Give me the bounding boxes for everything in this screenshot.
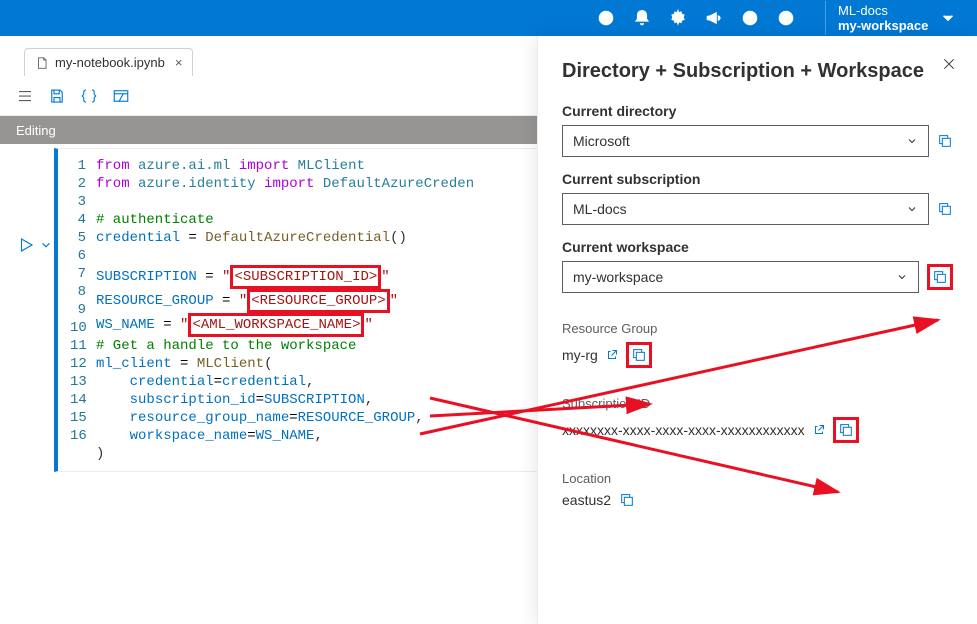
account-workspace: my-workspace bbox=[838, 18, 929, 33]
location-label: Location bbox=[562, 471, 953, 486]
chevron-down-icon bbox=[939, 9, 957, 27]
clock-icon[interactable] bbox=[597, 9, 615, 27]
copy-directory-icon[interactable] bbox=[937, 133, 953, 149]
copy-subscription-icon[interactable] bbox=[937, 201, 953, 217]
save-icon[interactable] bbox=[48, 87, 66, 105]
megaphone-icon[interactable] bbox=[705, 9, 723, 27]
subscription-id-label: Subscription ID bbox=[562, 396, 953, 411]
close-panel-icon[interactable] bbox=[941, 56, 957, 72]
gear-icon[interactable] bbox=[669, 9, 687, 27]
bell-icon[interactable] bbox=[633, 9, 651, 27]
tab-label: my-notebook.ipynb bbox=[55, 55, 165, 70]
help-icon[interactable] bbox=[741, 9, 759, 27]
directory-label: Current directory bbox=[562, 103, 953, 119]
panel-title: Directory + Subscription + Workspace bbox=[562, 60, 953, 83]
subscription-select[interactable]: ML-docs bbox=[562, 193, 929, 225]
resource-group-value: my-rg bbox=[562, 347, 598, 363]
chevron-down-icon bbox=[906, 135, 918, 147]
run-cell-icon[interactable] bbox=[17, 236, 35, 254]
tab-notebook[interactable]: my-notebook.ipynb × bbox=[24, 48, 193, 76]
workspace-label: Current workspace bbox=[562, 239, 953, 255]
line-numbers: 12345678910111213141516 bbox=[70, 157, 96, 463]
chevron-down-icon bbox=[896, 271, 908, 283]
copy-resource-group-icon[interactable] bbox=[631, 347, 647, 363]
external-link-icon[interactable] bbox=[606, 349, 618, 361]
account-directory: ML-docs bbox=[838, 3, 929, 18]
view-icon[interactable] bbox=[112, 87, 130, 105]
close-tab-icon[interactable]: × bbox=[175, 55, 183, 70]
workspace-panel: Directory + Subscription + Workspace Cur… bbox=[537, 36, 977, 624]
run-chevron-icon[interactable] bbox=[39, 236, 53, 254]
copy-location-icon[interactable] bbox=[619, 492, 635, 508]
braces-icon[interactable] bbox=[80, 87, 98, 105]
smile-icon[interactable] bbox=[777, 9, 795, 27]
resource-group-label: Resource Group bbox=[562, 321, 953, 336]
workspace-switcher[interactable]: ML-docs my-workspace bbox=[825, 1, 965, 35]
status-mode: Editing bbox=[16, 123, 56, 138]
subscription-id-value: xxxxxxxx-xxxx-xxxx-xxxx-xxxxxxxxxxxx bbox=[562, 422, 805, 438]
directory-select[interactable]: Microsoft bbox=[562, 125, 929, 157]
workspace-select[interactable]: my-workspace bbox=[562, 261, 919, 293]
top-header: ML-docs my-workspace bbox=[0, 0, 977, 36]
copy-subscription-id-icon[interactable] bbox=[838, 422, 854, 438]
location-value: eastus2 bbox=[562, 492, 611, 508]
code-content: from azure.ai.ml import MLClient from az… bbox=[96, 157, 474, 463]
subscription-label: Current subscription bbox=[562, 171, 953, 187]
copy-workspace-icon[interactable] bbox=[932, 269, 948, 285]
external-link-icon[interactable] bbox=[813, 424, 825, 436]
file-icon bbox=[35, 56, 49, 70]
chevron-down-icon bbox=[906, 203, 918, 215]
menu-icon[interactable] bbox=[16, 87, 34, 105]
